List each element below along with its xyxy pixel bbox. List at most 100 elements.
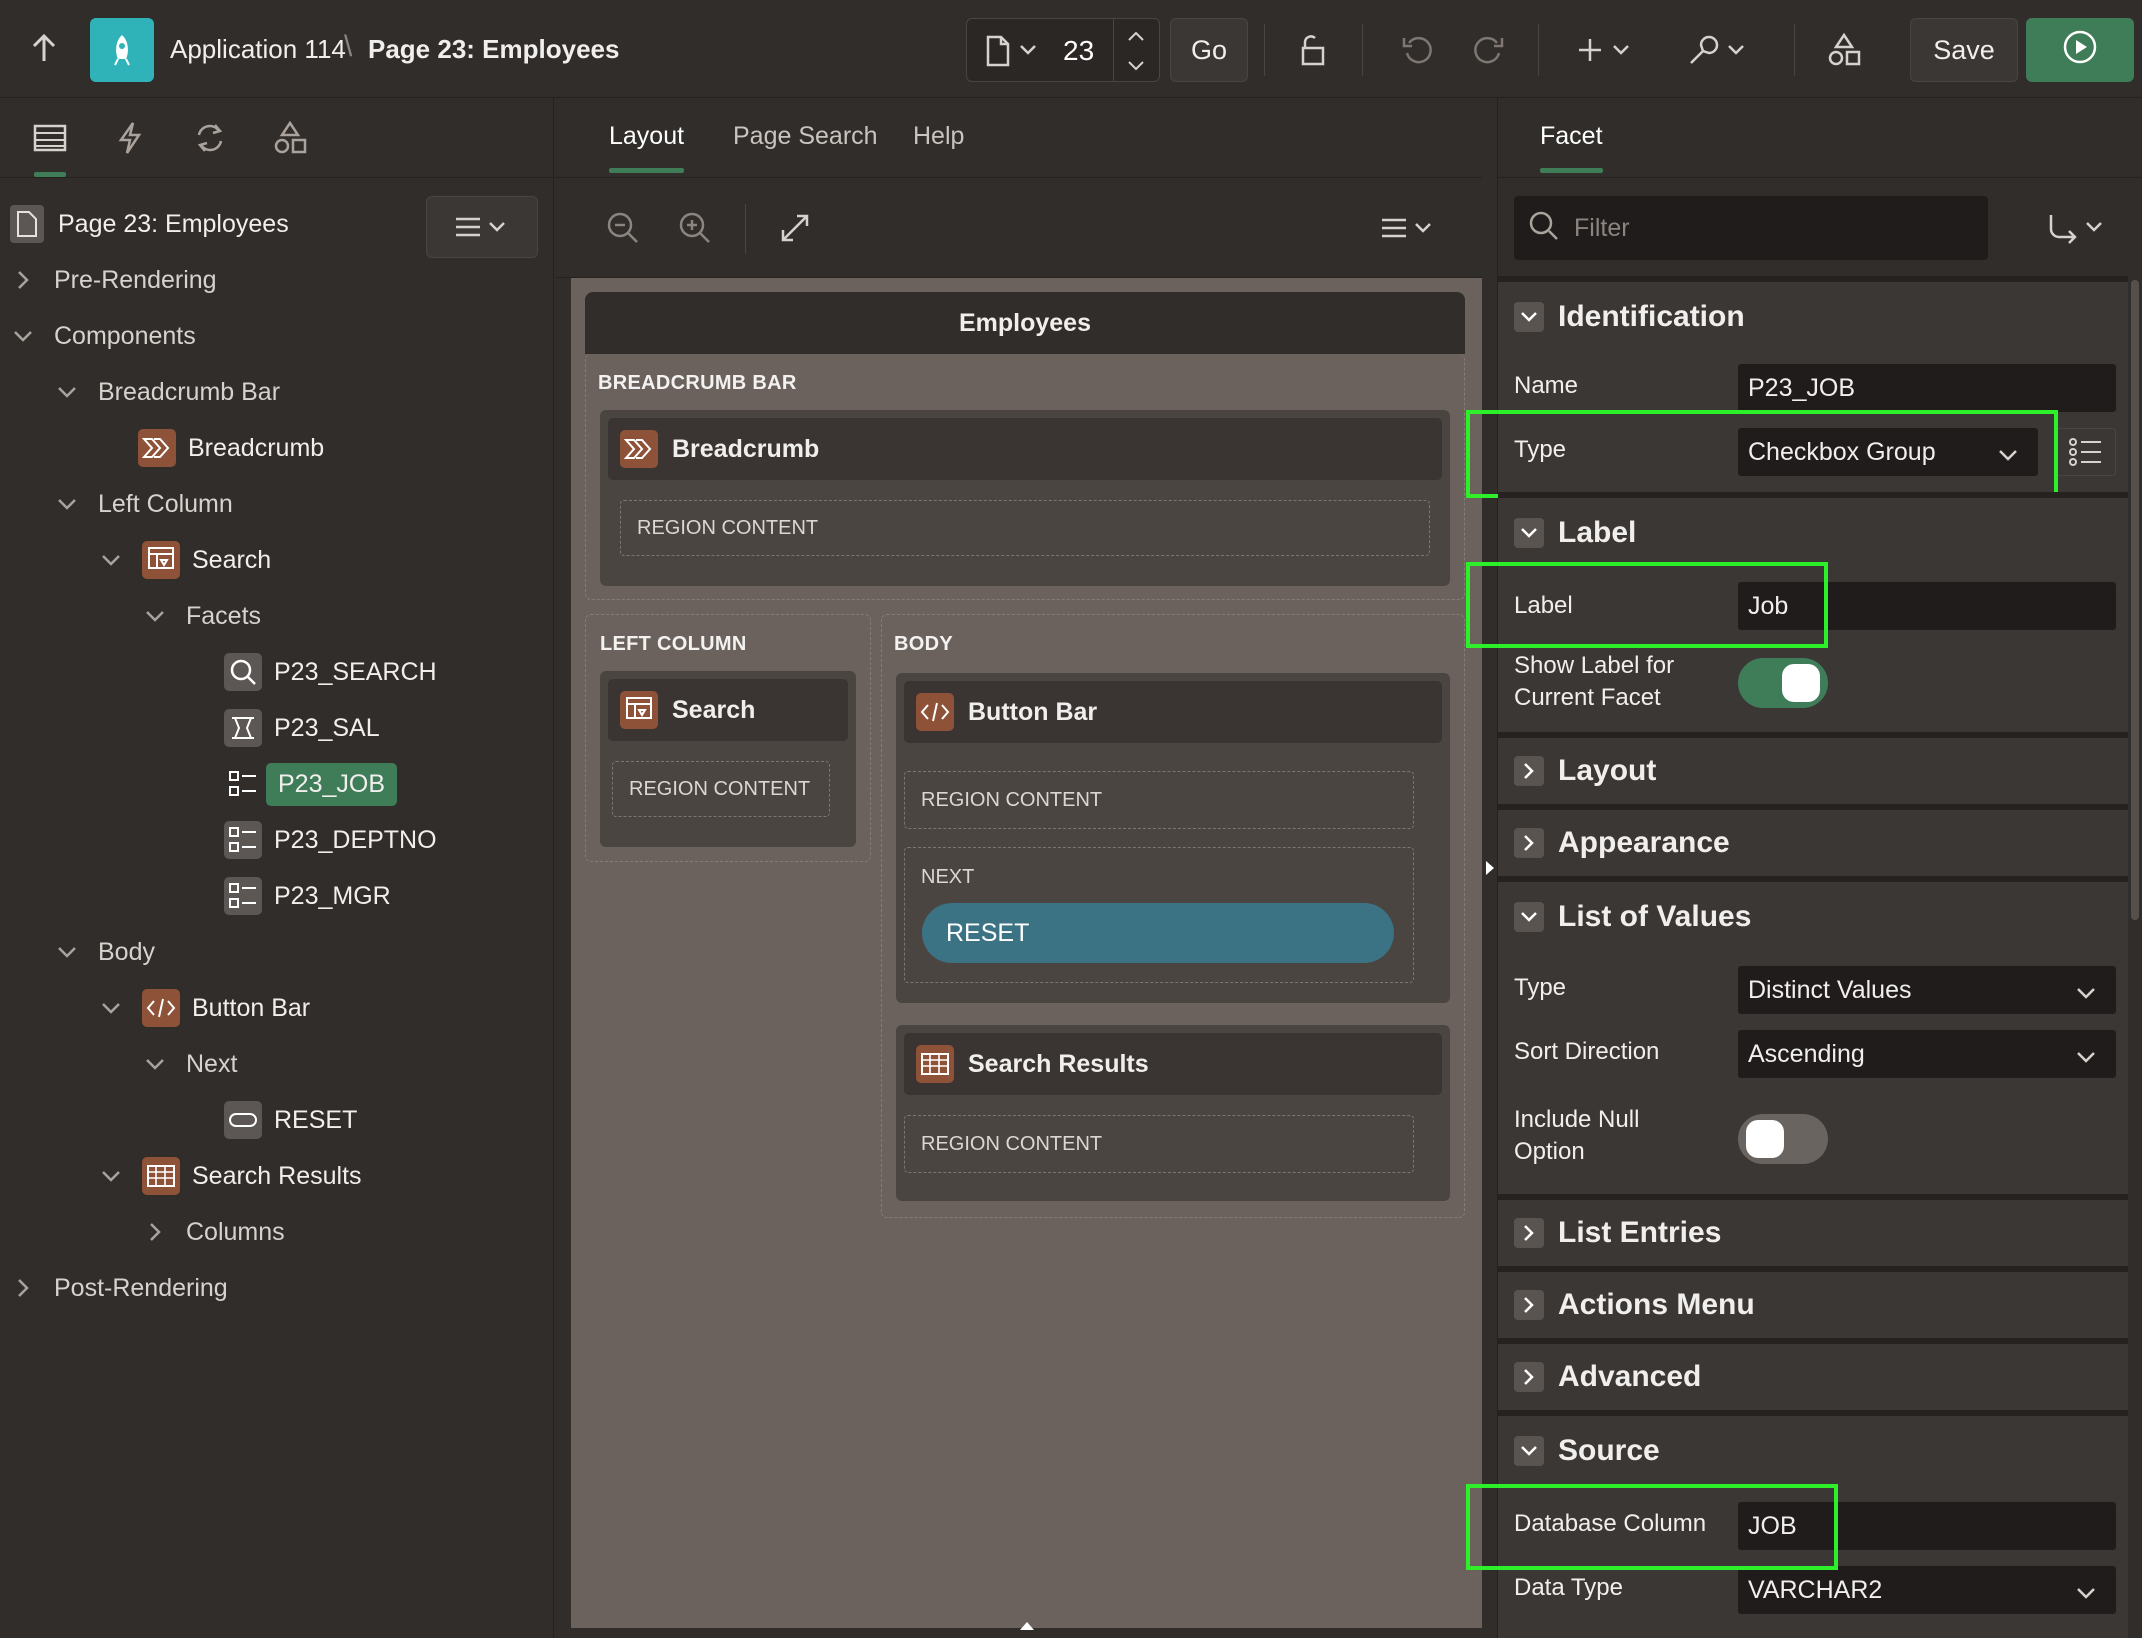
region-content-slot[interactable]: REGION CONTENT xyxy=(904,771,1414,829)
region-search[interactable]: Search REGION CONTENT xyxy=(600,671,856,847)
collapse-bottom-handle[interactable] xyxy=(1019,1618,1035,1636)
chevron-down-icon[interactable] xyxy=(1514,518,1544,548)
shared-components-icon[interactable] xyxy=(1822,28,1866,72)
chevron-right-icon[interactable] xyxy=(10,270,36,290)
chevron-down-icon[interactable] xyxy=(10,329,36,343)
chevron-down-icon[interactable] xyxy=(54,945,80,959)
save-button[interactable]: Save xyxy=(1910,18,2018,82)
chevron-down-icon[interactable] xyxy=(54,497,80,511)
chevron-right-icon[interactable] xyxy=(1514,828,1544,858)
collapse-right-handle[interactable] xyxy=(1485,860,1495,881)
shared-components-tab-icon[interactable] xyxy=(260,116,320,160)
app-icon[interactable] xyxy=(90,18,154,82)
go-button[interactable]: Go xyxy=(1170,18,1248,82)
chevron-right-icon[interactable] xyxy=(142,1222,168,1242)
tab-layout[interactable]: Layout xyxy=(609,122,685,173)
section-header-actions-menu[interactable]: Actions Menu xyxy=(1498,1288,2128,1322)
tree-item-p23-search[interactable]: P23_SEARCH xyxy=(224,644,437,700)
filter-box[interactable] xyxy=(1514,196,1988,260)
add-menu-icon[interactable] xyxy=(1576,28,1640,72)
reset-button[interactable]: RESET xyxy=(922,903,1394,963)
tree-item-search-results[interactable]: Search Results xyxy=(98,1148,362,1204)
chevron-right-icon[interactable] xyxy=(10,1278,36,1298)
redo-icon[interactable] xyxy=(1466,28,1510,72)
chevron-right-icon[interactable] xyxy=(1514,1218,1544,1248)
region-search-results[interactable]: Search Results REGION CONTENT xyxy=(896,1025,1450,1201)
chevron-down-icon[interactable] xyxy=(98,1169,124,1183)
tree-item-p23-mgr[interactable]: P23_MGR xyxy=(224,868,391,924)
tree-item-p23-deptno[interactable]: P23_DEPTNO xyxy=(224,812,437,868)
section-header-advanced[interactable]: Advanced xyxy=(1498,1360,2128,1394)
lov-list-icon[interactable] xyxy=(2056,428,2116,476)
tree-item-reset[interactable]: RESET xyxy=(224,1092,357,1148)
tree-item-columns[interactable]: Columns xyxy=(142,1204,285,1260)
tree-item-p23-job[interactable]: P23_JOB xyxy=(224,756,398,812)
tree-item-breadcrumb-bar[interactable]: Breadcrumb Bar xyxy=(54,364,280,420)
region-content-slot[interactable]: REGION CONTENT xyxy=(612,761,830,817)
lov-type-select[interactable]: Distinct Values xyxy=(1738,966,2116,1014)
stepper-up-icon[interactable] xyxy=(1127,29,1145,47)
tree-menu-button[interactable] xyxy=(426,196,538,258)
run-page-button[interactable] xyxy=(2026,18,2134,82)
section-header-lov[interactable]: List of Values xyxy=(1498,900,2128,934)
rendering-tab-icon[interactable] xyxy=(20,116,80,160)
sort-direction-select[interactable]: Ascending xyxy=(1738,1030,2116,1078)
undo-icon[interactable] xyxy=(1396,28,1440,72)
zone-breadcrumb-bar[interactable]: BREADCRUMB BAR Breadcrumb REGION CONTENT xyxy=(585,354,1465,600)
region-content-slot[interactable]: REGION CONTENT xyxy=(620,500,1430,556)
tab-page-search[interactable]: Page Search xyxy=(733,122,878,151)
tree-item-body[interactable]: Body xyxy=(54,924,155,980)
tree-item-next[interactable]: Next xyxy=(142,1036,237,1092)
tree-item-left-column[interactable]: Left Column xyxy=(54,476,233,532)
include-null-toggle[interactable] xyxy=(1738,1114,1828,1164)
filter-input[interactable] xyxy=(1574,213,1974,243)
dynamic-actions-tab-icon[interactable] xyxy=(100,116,160,160)
section-header-list-entries[interactable]: List Entries xyxy=(1498,1216,2128,1250)
go-to-group-icon[interactable] xyxy=(2044,206,2110,250)
chevron-right-icon[interactable] xyxy=(1514,1290,1544,1320)
tree-item-pre-rendering[interactable]: Pre-Rendering xyxy=(10,252,217,308)
zone-left-column[interactable]: LEFT COLUMN Search REGION CONTENT xyxy=(585,614,871,862)
chevron-down-icon[interactable] xyxy=(142,609,168,623)
show-label-toggle[interactable] xyxy=(1738,658,1828,708)
chevron-down-icon[interactable] xyxy=(1514,902,1544,932)
tree-item-post-rendering[interactable]: Post-Rendering xyxy=(10,1260,228,1316)
tab-help[interactable]: Help xyxy=(913,122,964,151)
chevron-right-icon[interactable] xyxy=(1514,1362,1544,1392)
chevron-down-icon[interactable] xyxy=(1514,302,1544,332)
tree-item-search[interactable]: Search xyxy=(98,532,271,588)
section-header-layout[interactable]: Layout xyxy=(1498,754,2128,788)
zoom-out-icon[interactable] xyxy=(601,206,645,250)
chevron-right-icon[interactable] xyxy=(1514,756,1544,786)
page-number-input[interactable]: 23 xyxy=(1063,35,1094,67)
tree-item-breadcrumb[interactable]: Breadcrumb xyxy=(138,420,324,476)
chevron-down-icon[interactable] xyxy=(54,385,80,399)
page-selector[interactable]: 23 xyxy=(966,18,1160,82)
section-header-appearance[interactable]: Appearance xyxy=(1498,826,2128,860)
data-type-select[interactable]: VARCHAR2 xyxy=(1738,1566,2116,1614)
zone-body[interactable]: BODY Button Bar REGION CONTENT NEXT RESE… xyxy=(881,614,1465,1218)
name-field[interactable]: P23_JOB xyxy=(1738,364,2116,412)
tree-item-facets[interactable]: Facets xyxy=(142,588,261,644)
section-header-identification[interactable]: Identification xyxy=(1498,300,2128,334)
stepper-down-icon[interactable] xyxy=(1127,59,1145,77)
processing-tab-icon[interactable] xyxy=(180,116,240,160)
tree-item-button-bar[interactable]: Button Bar xyxy=(98,980,310,1036)
region-content-slot[interactable]: REGION CONTENT xyxy=(904,1115,1414,1173)
chevron-down-icon[interactable] xyxy=(98,1001,124,1015)
tree-item-p23-sal[interactable]: P23_SAL xyxy=(224,700,380,756)
region-breadcrumb[interactable]: Breadcrumb REGION CONTENT xyxy=(600,410,1450,586)
wrench-menu-icon[interactable] xyxy=(1684,28,1754,72)
tree-item-components[interactable]: Components xyxy=(10,308,196,364)
layout-menu-icon[interactable] xyxy=(1375,206,1445,250)
chevron-down-icon[interactable] xyxy=(142,1057,168,1071)
expand-icon[interactable] xyxy=(773,206,817,250)
tab-facet[interactable]: Facet xyxy=(1540,122,1603,173)
breadcrumb-app[interactable]: Application 114 xyxy=(170,34,346,65)
chevron-down-icon[interactable] xyxy=(98,553,124,567)
unlock-icon[interactable] xyxy=(1290,28,1334,72)
up-arrow-icon[interactable] xyxy=(24,28,64,68)
tree-page-row[interactable]: Page 23: Employees xyxy=(10,196,289,252)
zoom-in-icon[interactable] xyxy=(673,206,717,250)
scrollbar[interactable] xyxy=(2131,280,2139,920)
